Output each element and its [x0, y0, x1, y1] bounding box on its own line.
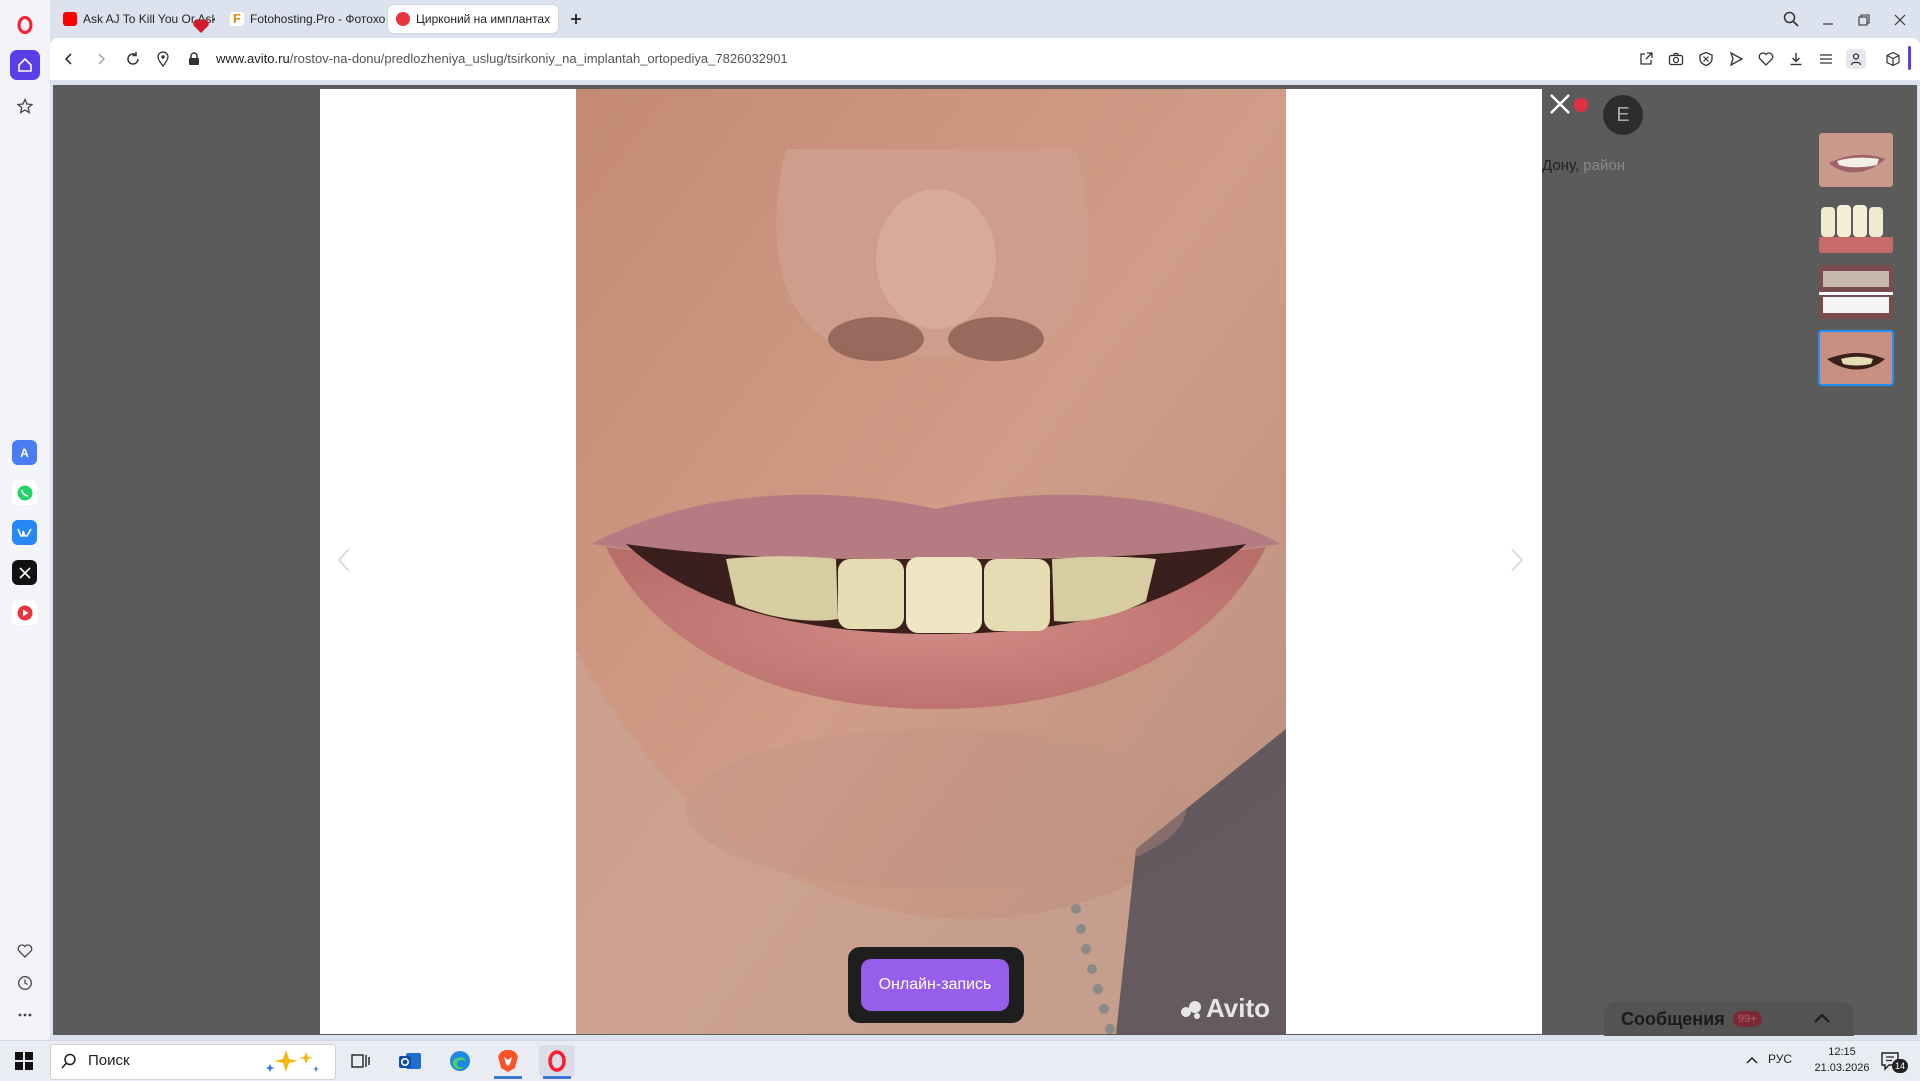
send-arrow-icon[interactable] [1726, 49, 1746, 69]
music-player-icon[interactable] [12, 600, 37, 625]
chevron-right-icon [1511, 548, 1524, 572]
fotohosting-icon: F [230, 12, 244, 26]
sidebar-indicator [1908, 46, 1911, 70]
history-clock-icon[interactable] [10, 968, 40, 998]
online-booking-button[interactable]: Онлайн-запись [861, 959, 1009, 1011]
windows-start-icon[interactable] [6, 1045, 42, 1077]
thumbnail-2[interactable] [1819, 199, 1893, 253]
taskbar-search-icon [60, 1052, 78, 1075]
minimize-icon[interactable] [1820, 12, 1836, 33]
messages-title: Сообщения [1621, 1009, 1725, 1029]
location-pin-icon[interactable] [153, 49, 173, 69]
opera-taskbar-icon[interactable] [539, 1045, 575, 1077]
edge-icon[interactable] [442, 1045, 478, 1077]
brave-icon[interactable] [490, 1045, 526, 1077]
download-icon[interactable] [1786, 49, 1806, 69]
snapshot-camera-icon[interactable] [1666, 49, 1686, 69]
search-tabs-icon[interactable] [1782, 10, 1800, 33]
youtube-icon [63, 12, 77, 26]
messages-count-badge: 99+ [1733, 1011, 1762, 1027]
notification-center-icon[interactable]: 14 [1880, 1050, 1910, 1074]
favorite-heart-icon[interactable] [1756, 49, 1776, 69]
prev-photo-button[interactable] [334, 540, 354, 580]
home-icon[interactable] [10, 50, 40, 80]
x-twitter-icon[interactable] [12, 560, 37, 585]
close-gallery-button[interactable] [1545, 89, 1575, 119]
tray-time: 12:15 [1828, 1046, 1856, 1058]
aria-app-icon[interactable]: A [12, 440, 37, 465]
address-bar: www.avito.ru/rostov-na-donu/predlozheniy… [50, 38, 1920, 80]
avito-logo-icon [1181, 1000, 1201, 1019]
back-icon[interactable] [59, 49, 79, 69]
more-dots-icon[interactable] [10, 1000, 40, 1030]
reload-icon[interactable] [123, 49, 143, 69]
profile-icon[interactable] [1846, 49, 1866, 69]
heart-icon[interactable] [10, 936, 40, 966]
location-city: Дону, [1542, 157, 1580, 174]
restore-icon[interactable] [1856, 12, 1872, 33]
taskbar-search-placeholder: Поиск [88, 1052, 130, 1069]
bookmarks-star-icon[interactable] [10, 91, 40, 121]
tray-language[interactable]: РУС [1768, 1052, 1792, 1066]
easy-setup-menu-icon[interactable] [1816, 49, 1836, 69]
tray-clock[interactable]: 12:15 21.03.2026 [1806, 1044, 1878, 1076]
outlook-icon[interactable] [392, 1045, 428, 1077]
url-domain: www.avito.ru [216, 51, 290, 66]
chevron-left-icon [337, 548, 350, 572]
tray-date: 21.03.2026 [1814, 1062, 1870, 1074]
extensions-cube-icon[interactable] [1883, 49, 1903, 69]
close-icon [1550, 94, 1570, 114]
heart-sticker-icon [192, 18, 210, 39]
notification-badge [1574, 98, 1588, 112]
chevron-up-icon[interactable] [1812, 1008, 1832, 1028]
share-icon[interactable] [1636, 49, 1656, 69]
forward-icon[interactable] [91, 49, 111, 69]
thumbnail-3[interactable] [1819, 265, 1893, 319]
brave-running-indicator [494, 1076, 522, 1079]
url-path: /rostov-na-donu/predlozheniya_uslug/tsir… [289, 51, 788, 66]
whatsapp-icon[interactable] [12, 480, 37, 505]
task-view-icon[interactable] [342, 1045, 378, 1077]
main-photo[interactable]: Avito [576, 89, 1286, 1034]
tab-youtube[interactable]: Ask AJ To Kill You Or Ask [55, 5, 215, 33]
tab-strip: Ask AJ To Kill You Or Ask F Fotohosting.… [50, 0, 1920, 38]
user-avatar[interactable]: E [1603, 95, 1643, 135]
tab-avito-active[interactable]: Цирконий на имплантах [388, 5, 558, 33]
avito-icon [396, 12, 410, 26]
photo-smile-image [576, 89, 1286, 1034]
lock-icon[interactable] [184, 49, 204, 69]
opera-sidebar: A [0, 0, 50, 1040]
location-text: Дону, район [1542, 157, 1625, 174]
opera-running-indicator [543, 1076, 571, 1079]
opera-menu-icon[interactable] [10, 10, 40, 40]
copilot-sparkle-icon[interactable] [262, 1046, 324, 1081]
location-district: район [1583, 157, 1625, 174]
next-photo-button[interactable] [1507, 540, 1527, 580]
thumbnail-4-selected[interactable] [1818, 330, 1894, 386]
tray-overflow-chevron-icon[interactable] [1744, 1052, 1760, 1073]
url-field[interactable]: www.avito.ru/rostov-na-donu/predlozheniy… [216, 51, 788, 66]
adblock-shield-icon[interactable] [1696, 49, 1716, 69]
new-tab-plus-icon[interactable] [567, 10, 585, 28]
thumbnail-1[interactable] [1819, 133, 1893, 187]
close-window-icon[interactable] [1892, 12, 1908, 33]
avito-watermark: Avito [1180, 993, 1270, 1024]
notification-count-badge: 14 [1892, 1059, 1908, 1073]
vk-icon[interactable] [12, 520, 37, 545]
